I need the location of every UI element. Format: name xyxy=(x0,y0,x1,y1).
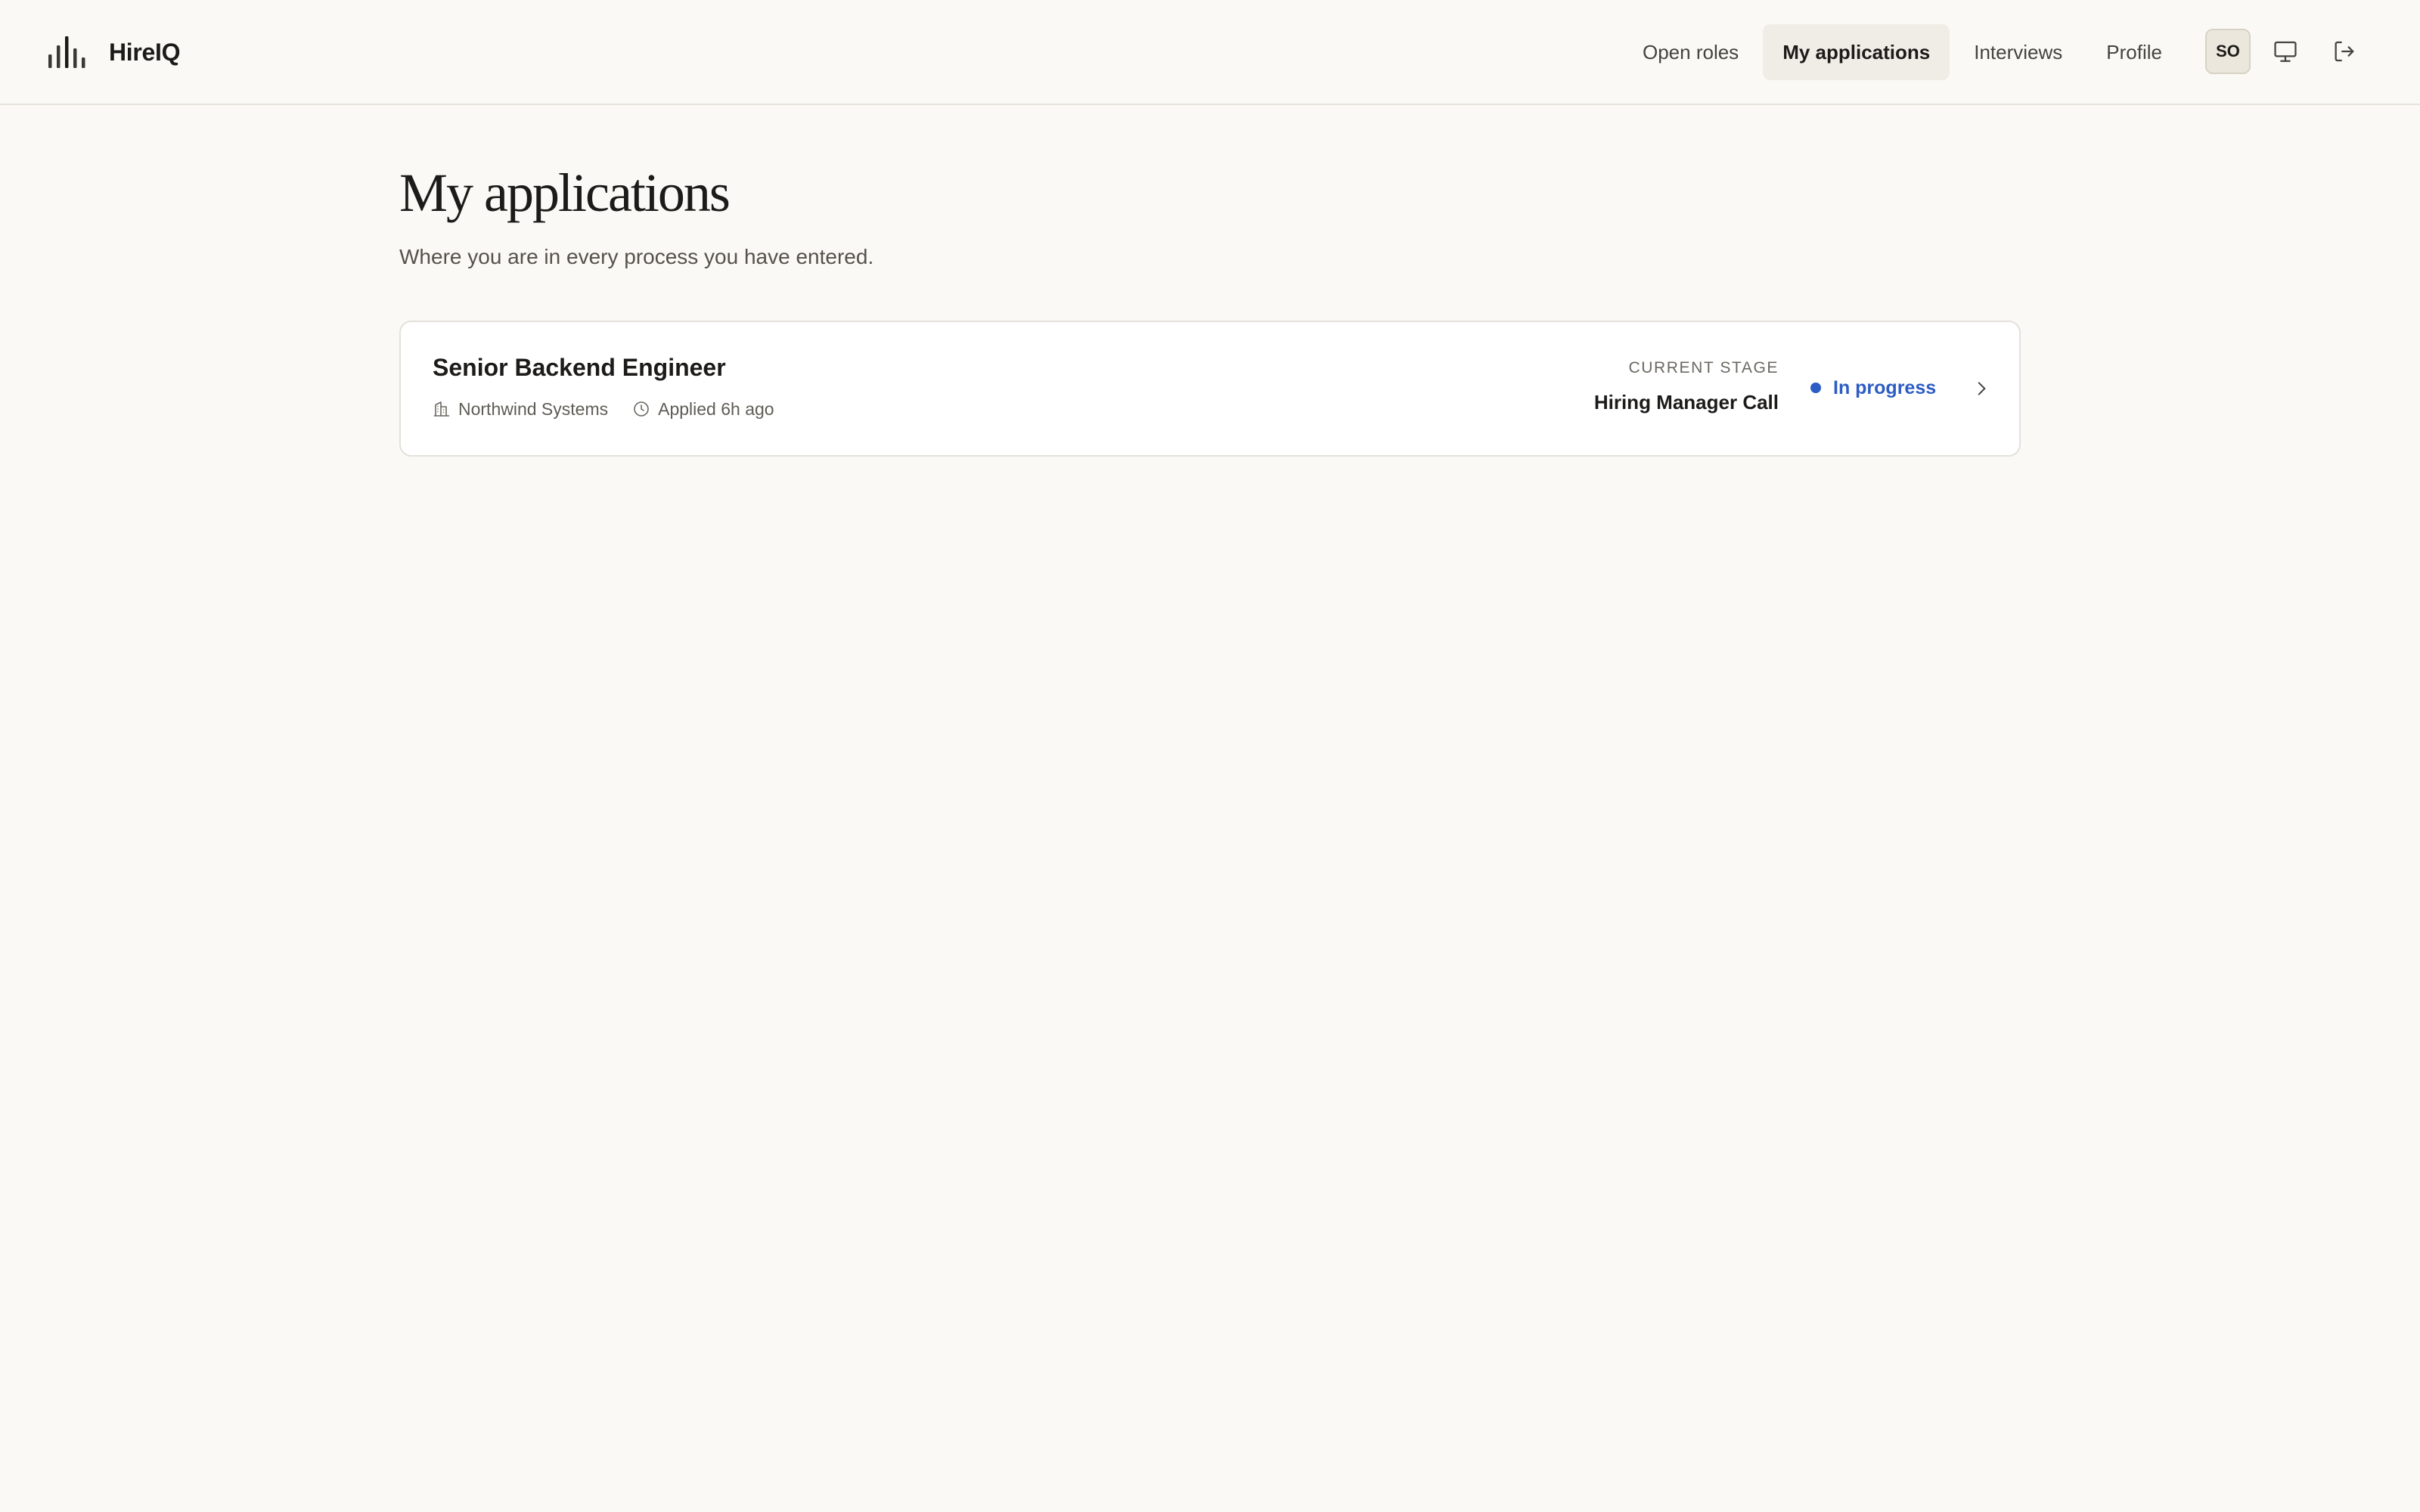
logout-button[interactable] xyxy=(2322,29,2367,74)
page-title: My applications xyxy=(399,163,731,223)
current-stage: Current stage Hiring Manager Call xyxy=(1594,358,1779,414)
nav-interviews[interactable]: Interviews xyxy=(1954,24,2082,80)
current-stage-label: Current stage xyxy=(1628,359,1779,376)
nav-my-applications[interactable]: My applications xyxy=(1763,24,1950,80)
company-meta: Northwind Systems xyxy=(433,398,608,420)
applied-meta: Applied 6h ago xyxy=(632,398,774,420)
clock-icon xyxy=(634,401,649,417)
display-button[interactable] xyxy=(2263,29,2308,74)
page-subtitle: Where you are in every process you have … xyxy=(399,245,874,268)
app-name: HireIQ xyxy=(109,38,181,66)
application-meta: Northwind Systems Applied 6h ago xyxy=(433,398,799,420)
status-dot xyxy=(1810,383,1821,393)
main-content: My applications Where you are in every p… xyxy=(399,159,2021,457)
current-stage-value: Hiring Manager Call xyxy=(1593,391,1779,414)
company-name: Northwind Systems xyxy=(458,399,609,419)
brand[interactable]: HireIQ xyxy=(47,33,181,71)
application-card[interactable]: Senior Backend Engineer Northwind System… xyxy=(399,321,2021,457)
status-badge: In progress xyxy=(1810,376,1936,399)
nav-profile[interactable]: Profile xyxy=(2086,24,2182,80)
applied-time: Applied 6h ago xyxy=(658,399,774,419)
top-bar: HireIQ Open roles My applications Interv… xyxy=(0,0,2420,105)
main-nav: Open roles My applications Interviews Pr… xyxy=(1623,24,2186,80)
bar-chart-logo-icon xyxy=(48,36,85,68)
job-title: Senior Backend Engineer xyxy=(433,354,726,381)
chevron-right-icon xyxy=(1978,382,1986,395)
logout-icon xyxy=(2335,41,2354,62)
user-avatar[interactable]: SO xyxy=(2205,29,2251,74)
open-application-button[interactable] xyxy=(1966,373,1996,404)
monitor-icon xyxy=(2274,41,2297,62)
building-icon xyxy=(433,401,450,417)
nav-open-roles[interactable]: Open roles xyxy=(1623,24,1758,80)
status-text: In progress xyxy=(1833,376,1937,398)
